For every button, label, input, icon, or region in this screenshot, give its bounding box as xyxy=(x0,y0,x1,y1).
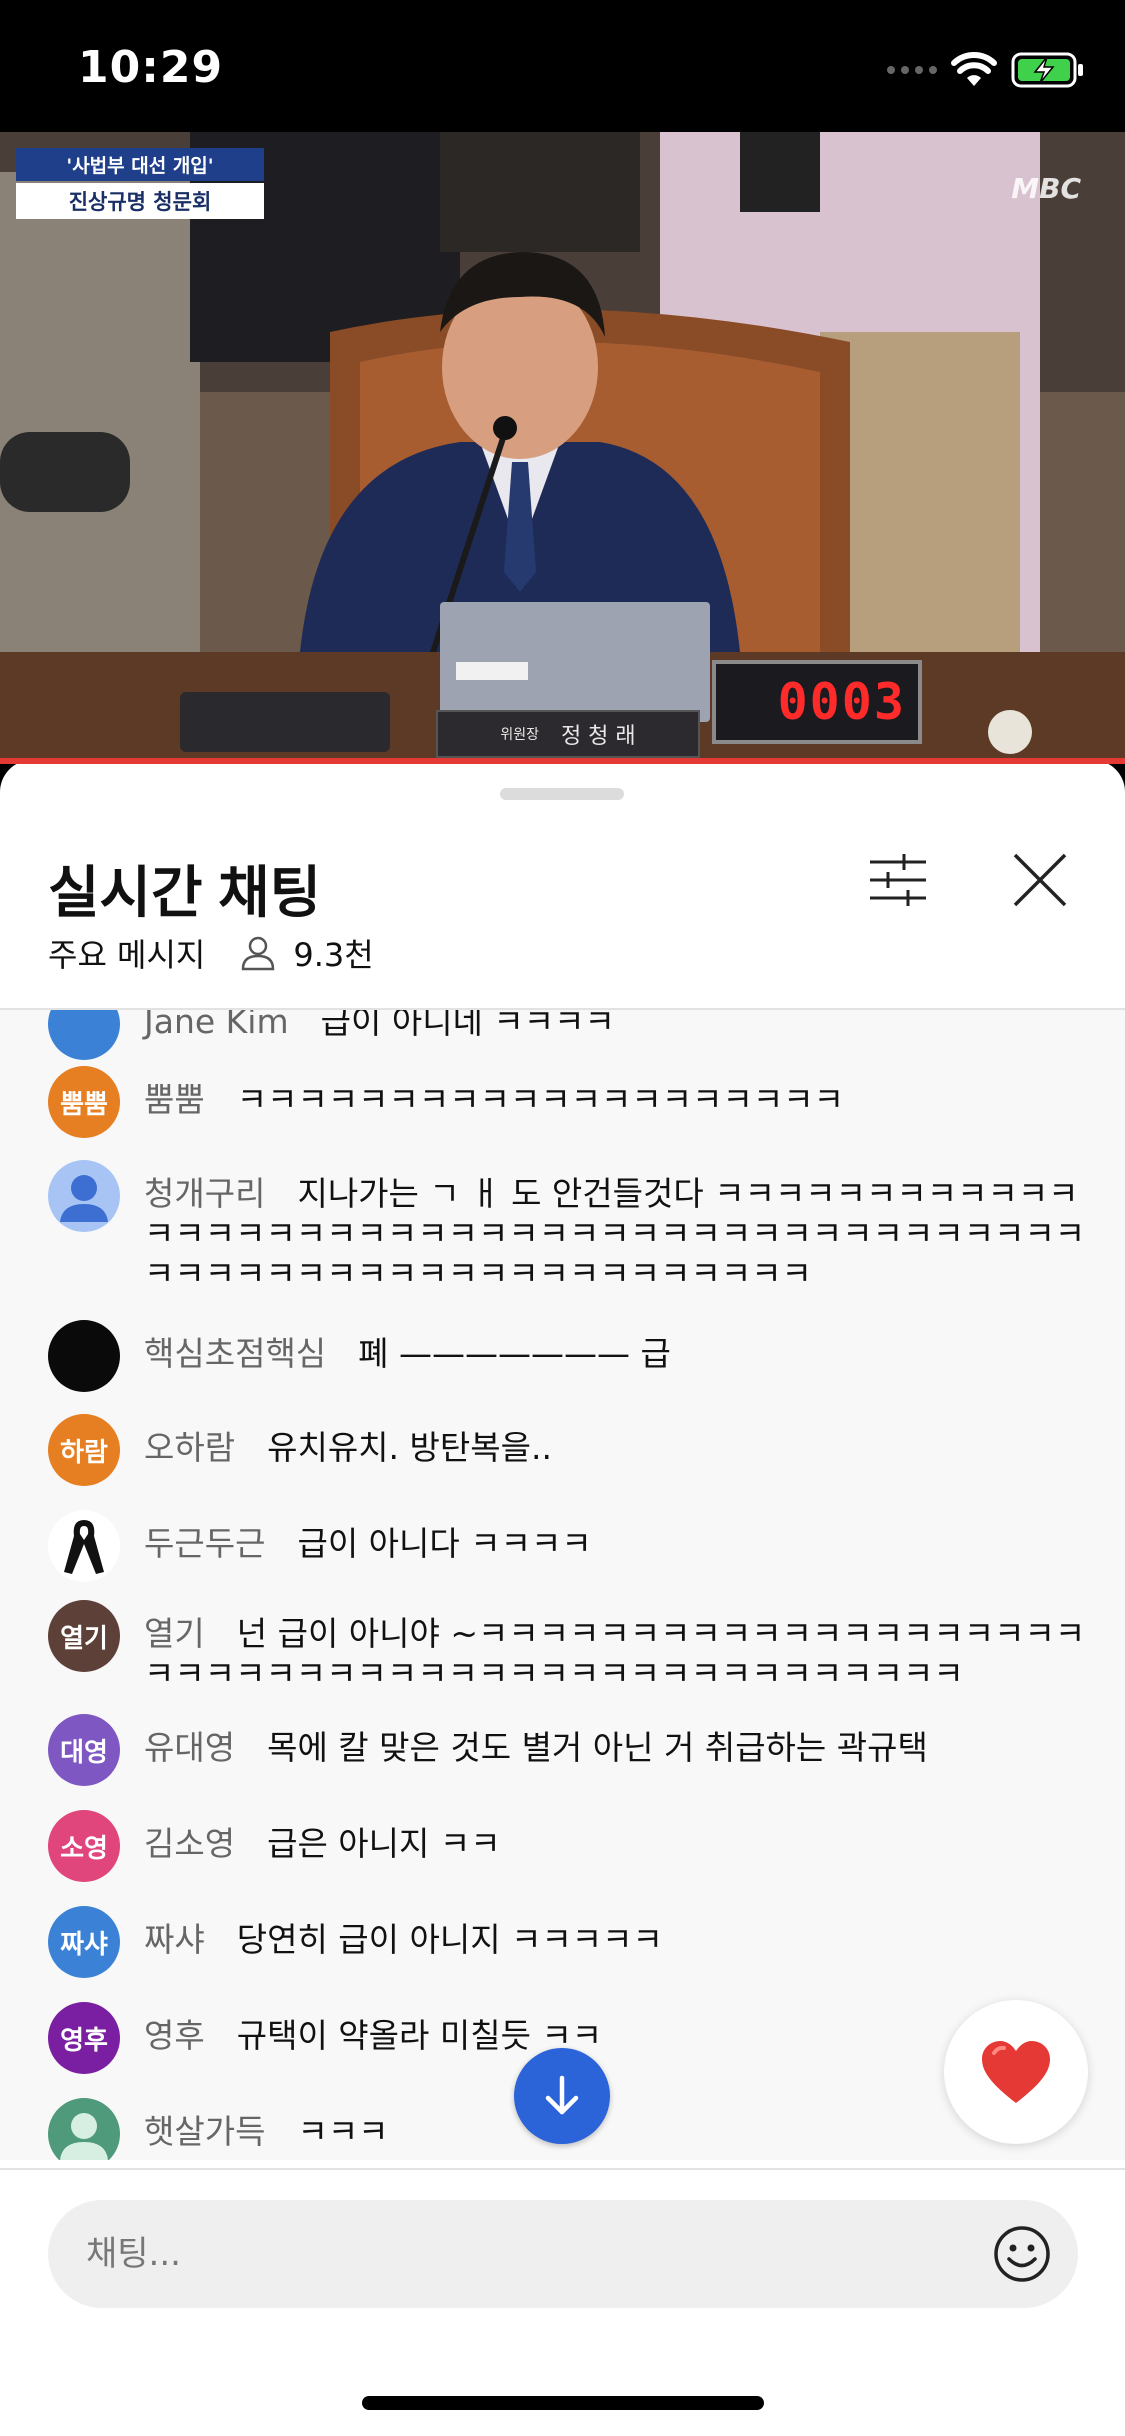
home-indicator[interactable] xyxy=(362,2396,764,2410)
user-avatar[interactable] xyxy=(48,2098,120,2160)
smiley-icon xyxy=(994,2226,1050,2282)
message-author[interactable]: Jane Kim xyxy=(144,1010,289,1041)
chat-message: 두근두근 급이 아니다 ㅋㅋㅋㅋ xyxy=(48,1510,1088,1582)
message-text: 폐 ——————— 급 xyxy=(358,1334,671,1373)
chat-message: 열기 열기 넌 급이 아니야 ~ㅋㅋㅋㅋㅋㅋㅋㅋㅋㅋㅋㅋㅋㅋㅋㅋㅋㅋㅋㅋㅋㅋㅋㅋㅋ… xyxy=(48,1600,1088,1694)
default-avatar-icon xyxy=(60,1175,108,1222)
drag-handle[interactable] xyxy=(500,788,624,800)
user-avatar[interactable]: 뿜뿜 xyxy=(48,1066,120,1138)
heart-reaction-button[interactable] xyxy=(944,2000,1088,2144)
news-banner-line1: '사법부 대선 개입' xyxy=(16,148,264,181)
message-author[interactable]: 영후 xyxy=(144,2016,205,2055)
black-ribbon-icon xyxy=(64,1520,104,1574)
user-avatar[interactable]: 짜샤 xyxy=(48,1906,120,1978)
message-text: 넌 급이 아니야 ~ㅋㅋㅋㅋㅋㅋㅋㅋㅋㅋㅋㅋㅋㅋㅋㅋㅋㅋㅋㅋㅋㅋㅋㅋㅋㅋㅋㅋㅋㅋ… xyxy=(144,1614,1086,1693)
message-author[interactable]: 두근두근 xyxy=(144,1524,265,1563)
message-author[interactable]: 뿜뿜 xyxy=(144,1080,205,1119)
message-text: 목에 칼 맞은 것도 별거 아닌 거 취급하는 곽규택 xyxy=(267,1728,928,1767)
chat-message: 뿜뿜 뿜뿜 ㅋㅋㅋㅋㅋㅋㅋㅋㅋㅋㅋㅋㅋㅋㅋㅋㅋㅋㅋㅋ xyxy=(48,1066,1088,1138)
user-avatar[interactable] xyxy=(48,1320,120,1392)
message-text: ㅋㅋㅋ xyxy=(297,2112,389,2151)
cellular-signal-icon xyxy=(887,66,937,74)
chat-message-list[interactable]: Jane Kim 급이 아니네 ㅋㅋㅋㅋ 뿜뿜 뿜뿜 ㅋㅋㅋㅋㅋㅋㅋㅋㅋㅋㅋㅋㅋㅋㅋ… xyxy=(0,1010,1125,2160)
chat-message: 하람 오하람 유치유치. 방탄복을.. xyxy=(48,1414,1088,1486)
chat-title: 실시간 채팅 xyxy=(48,861,322,924)
sliders-icon xyxy=(870,854,926,906)
message-text: 당연히 급이 아니지 ㅋㅋㅋㅋㅋ xyxy=(236,1920,663,1959)
status-bar: 10:29 xyxy=(0,0,1125,132)
message-author[interactable]: 열기 xyxy=(144,1614,205,1653)
user-avatar[interactable]: 하람 xyxy=(48,1414,120,1486)
news-banner-line2: 진상규명 청문회 xyxy=(16,183,264,219)
close-icon xyxy=(1013,853,1067,907)
message-text: ㅋㅋㅋㅋㅋㅋㅋㅋㅋㅋㅋㅋㅋㅋㅋㅋㅋㅋㅋㅋ xyxy=(236,1080,844,1119)
message-author[interactable]: 햇살가득 xyxy=(144,2112,265,2151)
name-plate: 위원장 정 청 래 xyxy=(436,710,700,758)
emoji-button[interactable] xyxy=(990,2222,1054,2286)
chat-message: 소영 김소영 급은 아니지 ㅋㅋ xyxy=(48,1810,1088,1882)
message-author[interactable]: 짜샤 xyxy=(144,1920,205,1959)
message-text: 급이 아니네 ㅋㅋㅋㅋ xyxy=(320,1010,615,1041)
status-time: 10:29 xyxy=(78,42,224,93)
user-avatar[interactable]: 대영 xyxy=(48,1714,120,1786)
chat-message: 짜샤 짜샤 당연히 급이 아니지 ㅋㅋㅋㅋㅋ xyxy=(48,1906,1088,1978)
wifi-icon xyxy=(951,52,997,86)
video-progress-bar[interactable] xyxy=(0,758,1125,764)
user-avatar[interactable] xyxy=(48,1510,120,1582)
chat-message: 핵심초점핵심 폐 ——————— 급 xyxy=(48,1320,1088,1392)
heart-icon xyxy=(982,2041,1050,2103)
viewer-count-value: 9.3천 xyxy=(293,936,374,974)
user-avatar[interactable]: 열기 xyxy=(48,1600,120,1672)
user-avatar[interactable]: 영후 xyxy=(48,2002,120,2074)
message-author[interactable]: 유대영 xyxy=(144,1728,235,1767)
chat-subtitle: 주요 메시지 9.3천 xyxy=(48,930,374,976)
default-avatar-icon xyxy=(60,2113,108,2160)
message-author[interactable]: 김소영 xyxy=(144,1824,235,1863)
status-icons xyxy=(887,48,1085,92)
chat-mode-selector[interactable]: 주요 메시지 xyxy=(48,930,205,976)
message-text: 지나가는 ㄱ ㅐ 도 안건들것다 ㅋㅋㅋㅋㅋㅋㅋㅋㅋㅋㅋㅋㅋㅋㅋㅋㅋㅋㅋㅋㅋㅋㅋ… xyxy=(144,1174,1086,1293)
user-avatar[interactable]: 소영 xyxy=(48,1810,120,1882)
message-author[interactable]: 청개구리 xyxy=(144,1174,265,1213)
chat-input[interactable] xyxy=(48,2200,1078,2308)
name-plate-title: 위원장 xyxy=(500,727,539,743)
name-plate-name: 정 청 래 xyxy=(560,724,636,749)
broadcaster-logo: MBC xyxy=(1011,172,1081,205)
user-avatar[interactable] xyxy=(48,1010,120,1060)
chat-message: 대영 유대영 목에 칼 맞은 것도 별거 아닌 거 취급하는 곽규택 xyxy=(48,1714,1088,1786)
battery-charging-icon xyxy=(1011,52,1083,88)
message-author[interactable]: 오하람 xyxy=(144,1428,235,1467)
countdown-timer: 0003 xyxy=(712,660,922,744)
arrow-down-icon xyxy=(545,2075,579,2115)
person-icon xyxy=(242,936,275,971)
message-text: 급은 아니지 ㅋㅋ xyxy=(267,1824,501,1863)
message-text: 유치유치. 방탄복을.. xyxy=(267,1428,552,1467)
message-text: 급이 아니다 ㅋㅋㅋㅋ xyxy=(297,1524,592,1563)
timer-value: 0003 xyxy=(777,673,906,731)
video-frame xyxy=(0,132,1125,764)
video-player[interactable]: '사법부 대선 개입' 진상규명 청문회 MBC 0003 위원장 정 청 래 xyxy=(0,132,1125,764)
filter-button[interactable] xyxy=(862,844,934,916)
news-banner: '사법부 대선 개입' 진상규명 청문회 xyxy=(16,148,264,219)
scroll-to-bottom-button[interactable] xyxy=(514,2048,610,2144)
message-author[interactable]: 핵심초점핵심 xyxy=(144,1334,326,1373)
close-chat-button[interactable] xyxy=(1004,844,1076,916)
viewer-count: 9.3천 xyxy=(239,930,374,976)
chat-message: Jane Kim 급이 아니네 ㅋㅋㅋㅋ xyxy=(48,1010,1088,1060)
user-avatar[interactable] xyxy=(48,1160,120,1232)
chat-message: 청개구리 지나가는 ㄱ ㅐ 도 안건들것다 ㅋㅋㅋㅋㅋㅋㅋㅋㅋㅋㅋㅋㅋㅋㅋㅋㅋㅋㅋ… xyxy=(48,1160,1088,1294)
